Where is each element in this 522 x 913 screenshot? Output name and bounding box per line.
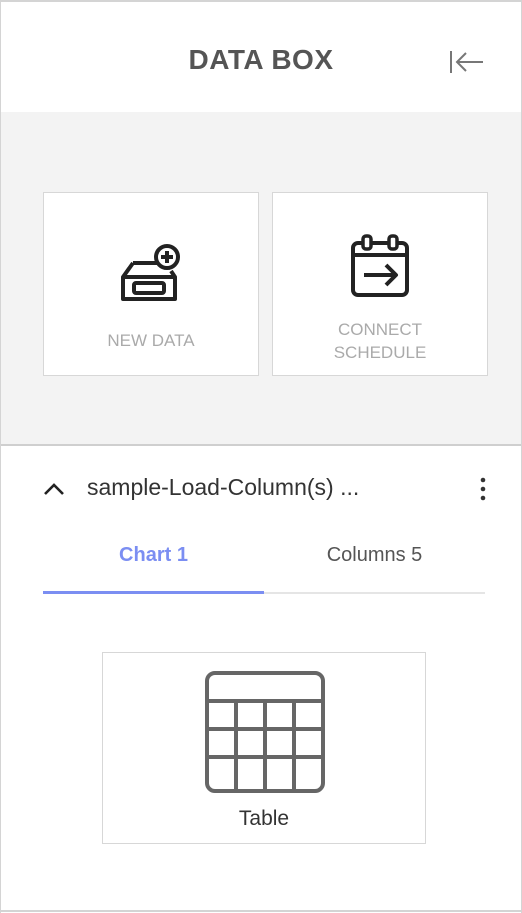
new-data-icon (121, 244, 180, 301)
more-vertical-icon[interactable] (471, 474, 495, 504)
tab-columns[interactable]: Columns 5 (264, 532, 485, 592)
panel-header: DATA BOX (1, 2, 521, 112)
table-icon (205, 671, 325, 793)
collapse-panel-button[interactable] (447, 44, 487, 80)
dataset-header: sample-Load-Column(s) ... (1, 470, 521, 514)
chart-card-table[interactable]: Table (102, 652, 426, 844)
collapse-left-icon (450, 51, 483, 73)
panel-title: DATA BOX (188, 44, 334, 75)
chevron-up-icon[interactable] (41, 476, 67, 502)
connect-label-line2: SCHEDULE (333, 343, 427, 362)
new-data-button[interactable]: NEW DATA (43, 192, 259, 376)
data-box-panel: DATA BOX NEW DATA CONNECT SCHEDULE sampl… (0, 0, 522, 913)
bottom-divider (1, 910, 521, 912)
connect-label-line1: CONNECT (337, 320, 423, 339)
new-data-label: NEW DATA (107, 331, 195, 350)
action-area: NEW DATA CONNECT SCHEDULE (1, 112, 521, 446)
chart-label: Table (238, 807, 290, 830)
calendar-arrow-icon (351, 234, 409, 297)
tab-chart[interactable]: Chart 1 (43, 532, 264, 594)
dataset-name[interactable]: sample-Load-Column(s) ... (87, 474, 359, 501)
connect-schedule-button[interactable]: CONNECT SCHEDULE (272, 192, 488, 376)
dataset-tabs: Chart 1 Columns 5 (43, 532, 485, 594)
